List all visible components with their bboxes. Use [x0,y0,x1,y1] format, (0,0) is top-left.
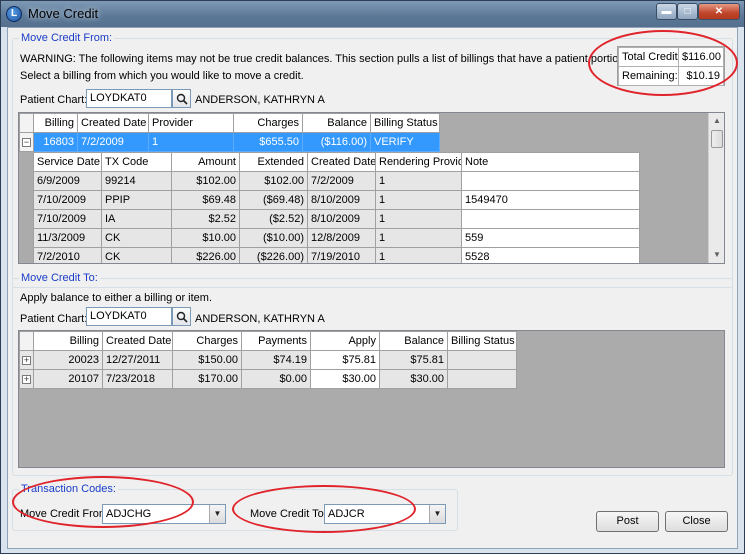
tx-to-label: Move Credit To: [250,508,327,520]
col-service-date[interactable]: Service Date [33,152,102,172]
maximize-icon: □ [684,6,691,17]
move-credit-window: L Move Credit ▬ □ ✕ Move Credit From: WA… [0,0,745,554]
scroll-thumb[interactable] [711,130,723,148]
post-button[interactable]: Post [596,511,659,532]
search-icon [176,311,188,323]
warning-text: WARNING: The following items may not be … [20,53,697,65]
chevron-down-icon[interactable]: ▼ [209,505,225,523]
col-to-charges[interactable]: Charges [172,331,242,351]
tx-to-select[interactable]: ADJCR ▼ [324,504,446,524]
expand-icon: + [22,355,31,365]
billing-header-row: Billing Created Date Provider Charges Ba… [19,113,440,133]
total-credit-label: Total Credit: [618,47,679,67]
apply-balance-instruction: Apply balance to either a billing or ite… [20,292,212,304]
col-billing[interactable]: Billing [33,113,78,133]
apply-amount-cell[interactable]: $75.81 [310,350,380,370]
expand-toggle[interactable]: + [19,369,34,389]
close-window-button[interactable]: ✕ [698,3,740,20]
from-grid-vertical-scrollbar[interactable]: ▲ ▼ [708,113,724,263]
collapse-toggle[interactable]: − [19,132,34,152]
minimize-icon: ▬ [661,6,672,17]
move-credit-to-legend: Move Credit To: [21,272,98,284]
col-to-balance[interactable]: Balance [379,331,448,351]
items-header-row: Service Date TX Code Amount Extended Cre… [33,152,640,172]
move-to-billing-grid: Billing Created Date Charges Payments Ap… [18,330,725,468]
remaining-value: $10.19 [678,66,724,86]
col-to-payments[interactable]: Payments [241,331,311,351]
col-to-created-date[interactable]: Created Date [102,331,173,351]
credit-summary-box: Total Credit: $116.00 Remaining: $10.19 [617,46,725,86]
from-patient-chart-label: Patient Chart: [20,94,88,106]
transaction-codes-legend: Transaction Codes: [21,483,116,495]
cell-status: VERIFY [370,132,440,152]
remaining-label: Remaining: [618,66,679,86]
col-provider[interactable]: Provider [148,113,234,133]
from-patient-search-button[interactable] [172,89,191,108]
scroll-down-icon[interactable]: ▼ [709,247,724,263]
item-row[interactable]: 11/3/2009 CK $10.00 ($10.00) 12/8/2009 1… [33,228,640,248]
tx-from-select[interactable]: ADJCHG ▼ [102,504,226,524]
billing-items-table: Service Date TX Code Amount Extended Cre… [33,152,640,263]
to-patient-search-button[interactable] [172,307,191,326]
item-row[interactable]: 7/10/2009 PPIP $69.48 ($69.48) 8/10/2009… [33,190,640,210]
col-to-apply[interactable]: Apply [310,331,380,351]
cell-balance: ($116.00) [302,132,371,152]
app-logo-icon: L [6,6,22,22]
to-header-row: Billing Created Date Charges Payments Ap… [19,331,517,351]
tx-from-label: Move Credit From: [20,508,112,520]
tx-from-value: ADJCHG [106,508,152,520]
col-note[interactable]: Note [461,152,640,172]
to-patient-chart-label: Patient Chart: [20,313,88,325]
from-patient-name: ANDERSON, KATHRYN A [195,94,325,106]
scroll-up-icon[interactable]: ▲ [709,113,724,129]
col-created-date[interactable]: Created Date [77,113,149,133]
collapse-icon: − [22,137,31,147]
from-patient-chart-input[interactable]: LOYDKAT0 [86,89,172,108]
cell-charges: $655.50 [233,132,303,152]
selected-billing-row[interactable]: − 16803 7/2/2009 1 $655.50 ($116.00) VER… [19,132,440,152]
move-credit-from-legend: Move Credit From: [21,32,113,44]
col-amount[interactable]: Amount [171,152,240,172]
item-row[interactable]: 6/9/2009 99214 $102.00 $102.00 7/2/2009 … [33,171,640,191]
col-to-billing[interactable]: Billing [33,331,103,351]
chevron-down-icon[interactable]: ▼ [429,505,445,523]
col-tx-code[interactable]: TX Code [101,152,172,172]
search-icon [176,93,188,105]
tx-to-value: ADJCR [328,508,365,520]
cell-billing: 16803 [33,132,78,152]
col-to-billing-status[interactable]: Billing Status [447,331,517,351]
close-icon: ✕ [714,6,724,17]
expand-icon: + [22,374,31,384]
to-patient-name: ANDERSON, KATHRYN A [195,313,325,325]
item-row[interactable]: 7/10/2009 IA $2.52 ($2.52) 8/10/2009 1 [33,209,640,229]
select-billing-instruction: Select a billing from which you would li… [20,70,304,82]
col-balance[interactable]: Balance [302,113,371,133]
col-extended[interactable]: Extended [239,152,308,172]
col-item-created-date[interactable]: Created Date [307,152,376,172]
item-row[interactable]: 7/2/2010 CK $226.00 ($226.00) 7/19/2010 … [33,247,640,263]
window-title: Move Credit [28,6,99,21]
cell-provider: 1 [148,132,234,152]
apply-amount-cell[interactable]: $30.00 [310,369,380,389]
cell-created: 7/2/2009 [77,132,149,152]
col-charges[interactable]: Charges [233,113,303,133]
col-rendering-provider[interactable]: Rendering Provider [375,152,462,172]
title-bar[interactable]: L Move Credit ▬ □ ✕ [1,1,744,27]
to-patient-chart-input[interactable]: LOYDKAT0 [86,307,172,326]
dialog-body: Move Credit From: WARNING: The following… [7,27,738,549]
move-from-billing-grid: Billing Created Date Provider Charges Ba… [18,112,725,264]
close-button[interactable]: Close [665,511,728,532]
expand-toggle[interactable]: + [19,350,34,370]
minimize-button[interactable]: ▬ [656,3,677,20]
to-billing-row[interactable]: + 20023 12/27/2011 $150.00 $74.19 $75.81… [19,350,517,370]
to-billing-row[interactable]: + 20107 7/23/2018 $170.00 $0.00 $30.00 $… [19,369,517,389]
col-billing-status[interactable]: Billing Status [370,113,440,133]
maximize-button[interactable]: □ [677,3,698,20]
total-credit-value: $116.00 [678,47,724,67]
